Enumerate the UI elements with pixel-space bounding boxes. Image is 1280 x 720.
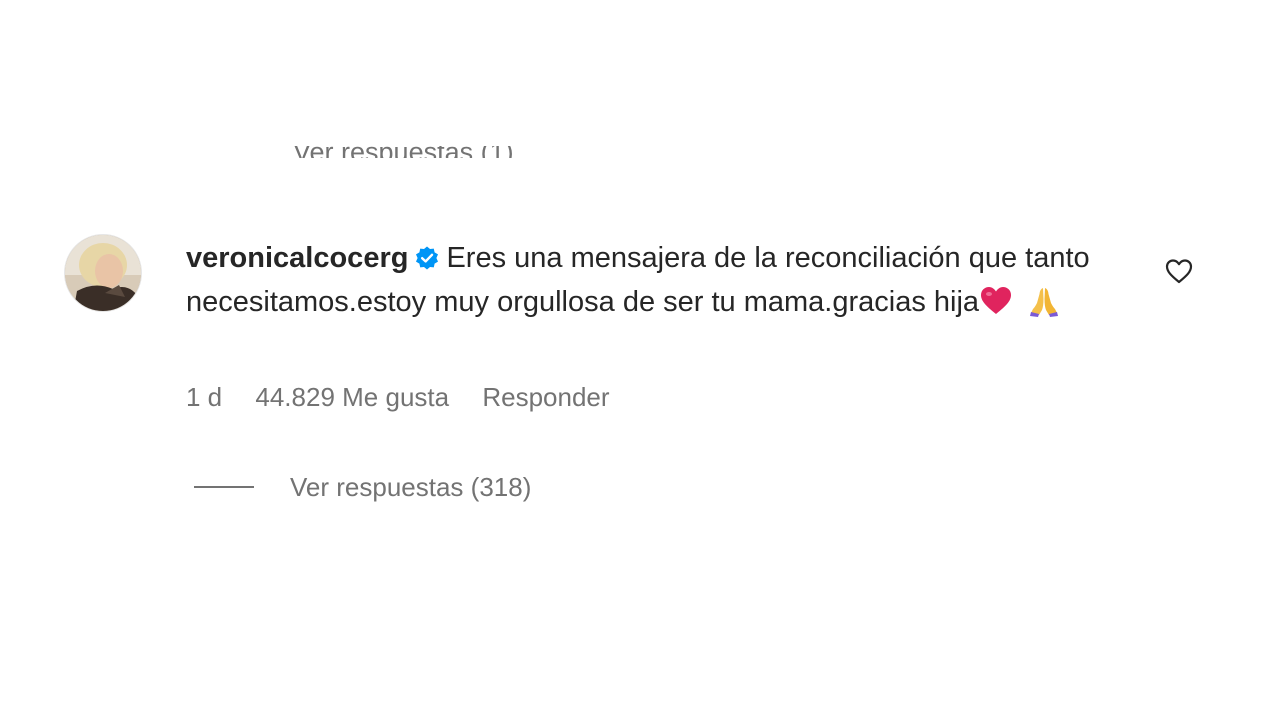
previous-view-replies-button[interactable]: Ver respuestas (1) [293, 137, 514, 158]
avatar-photo [65, 235, 141, 311]
red-heart-icon [981, 287, 1012, 314]
comment-body: veronicalcocerg Eres una mensajera de la … [186, 236, 1126, 324]
replies-divider-line [194, 486, 254, 488]
view-replies-label: Ver respuestas (318) [290, 471, 532, 502]
comment-username[interactable]: veronicalcocerg [186, 242, 408, 274]
previous-view-replies-label: Ver respuestas (1) [293, 137, 514, 158]
view-replies-button[interactable]: Ver respuestas (318) [194, 470, 531, 504]
avatar[interactable] [64, 234, 142, 312]
reply-button[interactable]: Responder [482, 382, 609, 412]
comment-likes-count[interactable]: 44.829 Me gusta [255, 382, 449, 412]
comment-meta: 1 d 44.829 Me gusta Responder [186, 382, 636, 413]
comment-age[interactable]: 1 d [186, 382, 222, 412]
folded-hands-icon [1030, 288, 1059, 317]
heart-icon[interactable] [1164, 256, 1194, 286]
comments-panel: Ver respuestas (1) veronicalcocerg Eres u… [0, 0, 1280, 720]
verified-badge-icon [416, 246, 439, 270]
